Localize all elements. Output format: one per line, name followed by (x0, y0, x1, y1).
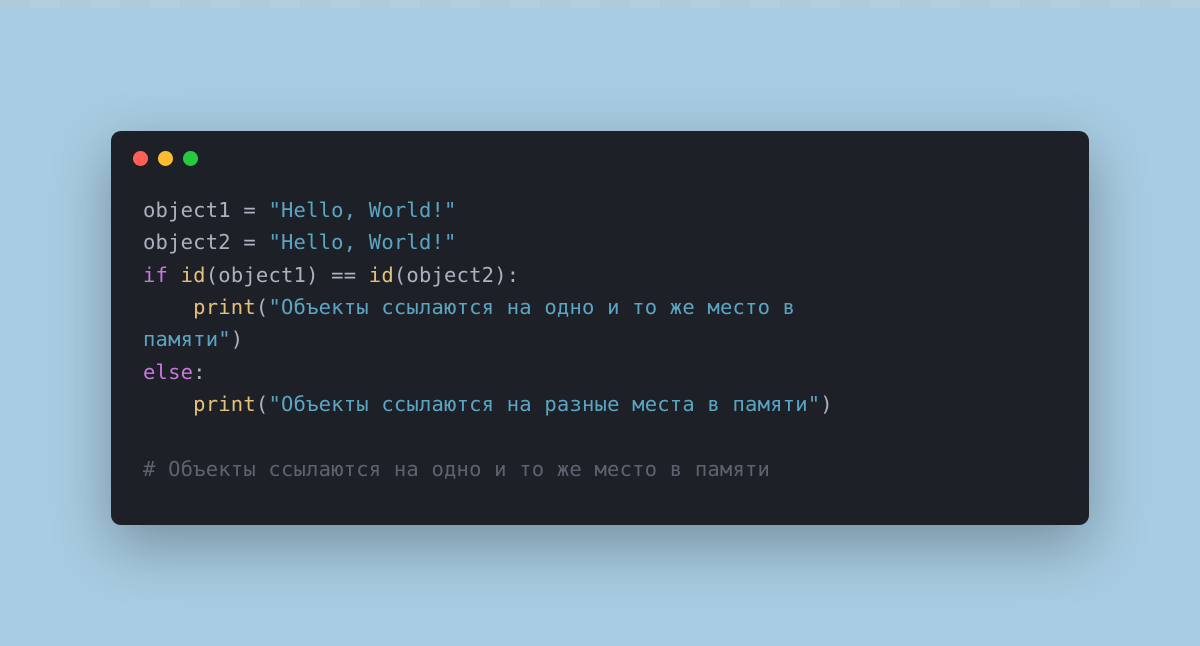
code-content: object1 = "Hello, World!" object2 = "Hel… (111, 176, 1089, 525)
code-line-7: print("Объекты ссылаются на разные места… (143, 388, 1057, 420)
token-string: памяти" (143, 327, 231, 351)
code-line-1: object1 = "Hello, World!" (143, 194, 1057, 226)
token-keyword: if (143, 263, 168, 287)
token-plain (356, 263, 369, 287)
token-operator: == (331, 263, 356, 287)
code-line-2: object2 = "Hello, World!" (143, 226, 1057, 258)
token-variable: object1 (143, 198, 231, 222)
token-paren: ) (231, 327, 244, 351)
token-colon: : (193, 360, 206, 384)
token-paren: ) (820, 392, 833, 416)
token-string: "Объекты ссылаются на одно и то же место… (268, 295, 807, 319)
token-indent (143, 392, 193, 416)
token-keyword: else (143, 360, 193, 384)
minimize-icon[interactable] (158, 151, 173, 166)
token-comment: # Объекты ссылаются на одно и то же мест… (143, 457, 770, 481)
token-function: id (369, 263, 394, 287)
token-paren: ( (256, 392, 269, 416)
code-line-4: print("Объекты ссылаются на одно и то же… (143, 291, 1057, 323)
window-title-bar (111, 131, 1089, 176)
token-function: print (193, 392, 256, 416)
token-variable: object2 (143, 230, 231, 254)
code-blank-line (143, 420, 1057, 452)
token-paren: ( (256, 295, 269, 319)
code-window: object1 = "Hello, World!" object2 = "Hel… (111, 131, 1089, 525)
token-plain: (object2): (394, 263, 519, 287)
token-operator: = (231, 230, 269, 254)
token-function: print (193, 295, 256, 319)
token-string: "Объекты ссылаются на разные места в пам… (268, 392, 820, 416)
code-line-6: else: (143, 356, 1057, 388)
maximize-icon[interactable] (183, 151, 198, 166)
token-plain (168, 263, 181, 287)
code-line-9: # Объекты ссылаются на одно и то же мест… (143, 453, 1057, 485)
token-function: id (181, 263, 206, 287)
token-string: "Hello, World!" (268, 230, 456, 254)
code-line-3: if id(object1) == id(object2): (143, 259, 1057, 291)
close-icon[interactable] (133, 151, 148, 166)
token-indent (143, 295, 193, 319)
top-decorative-bar (0, 0, 1200, 8)
token-string: "Hello, World!" (268, 198, 456, 222)
token-operator: = (231, 198, 269, 222)
code-line-5: памяти") (143, 323, 1057, 355)
token-plain: (object1) (206, 263, 331, 287)
